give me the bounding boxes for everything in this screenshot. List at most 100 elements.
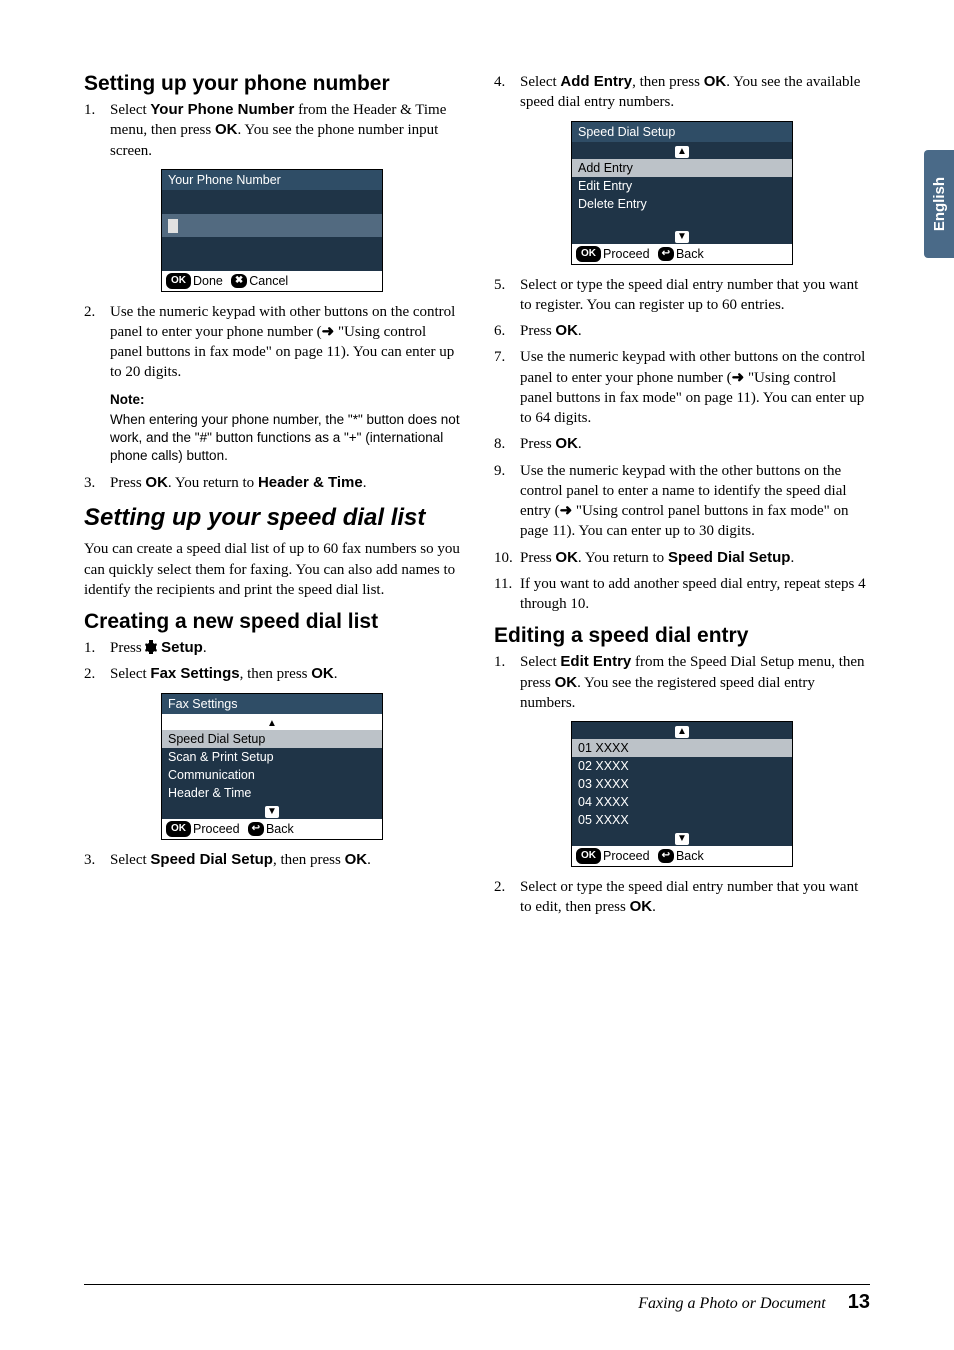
lcd-cursor bbox=[168, 219, 178, 233]
heading-phone: Setting up your phone number bbox=[84, 72, 460, 96]
lcd-menu-item: Header & Time bbox=[162, 784, 382, 802]
lcd-scroll-down: ▼ bbox=[162, 802, 382, 819]
status-back: Back bbox=[266, 822, 294, 836]
footer-page-number: 13 bbox=[848, 1291, 870, 1313]
language-tab: English bbox=[924, 150, 954, 258]
step-create-1: 1. Press Setup. bbox=[84, 638, 460, 658]
step-body: Select Add Entry, then press OK. You see… bbox=[520, 72, 870, 113]
step-number: 9. bbox=[494, 461, 520, 542]
back-icon: ↩ bbox=[248, 822, 264, 836]
lcd-entry-list: ▲ 01 XXXX 02 XXXX 03 XXXX 04 XXXX 05 XXX… bbox=[571, 721, 793, 867]
lcd-fax-settings: Fax Settings ▲ Speed Dial Setup Scan & P… bbox=[161, 693, 383, 840]
lcd-status-bar: OKProceed ↩Back bbox=[572, 244, 792, 264]
step-number: 2. bbox=[84, 302, 110, 383]
step-body: Select Your Phone Number from the Header… bbox=[110, 100, 460, 161]
heading-speed-dial: Setting up your speed dial list bbox=[84, 504, 460, 532]
speed-dial-intro: You can create a speed dial list of up t… bbox=[84, 539, 460, 600]
arrow-right-icon: ➜ bbox=[732, 369, 745, 386]
status-cancel: Cancel bbox=[249, 274, 288, 288]
lcd-list-item: 01 XXXX bbox=[572, 739, 792, 757]
step-body: Press OK. bbox=[520, 434, 870, 454]
step-number: 3. bbox=[84, 473, 110, 493]
step-number: 1. bbox=[84, 100, 110, 161]
lcd-list-item: 04 XXXX bbox=[572, 793, 792, 811]
step-number: 11. bbox=[494, 574, 520, 615]
step-create-3: 3. Select Speed Dial Setup, then press O… bbox=[84, 850, 460, 870]
step-body: Press OK. bbox=[520, 321, 870, 341]
status-proceed: Proceed bbox=[603, 849, 650, 863]
back-icon: ↩ bbox=[658, 849, 674, 863]
lcd-speed-dial-setup: Speed Dial Setup ▲ Add Entry Edit Entry … bbox=[571, 121, 793, 265]
step-number: 4. bbox=[494, 72, 520, 113]
step-phone-1: 1. Select Your Phone Number from the Hea… bbox=[84, 100, 460, 161]
lcd-menu-item: Add Entry bbox=[572, 159, 792, 177]
step-phone-3: 3. Press OK. You return to Header & Time… bbox=[84, 473, 460, 493]
lcd-title: Speed Dial Setup bbox=[572, 122, 792, 142]
step-create-9: 9. Use the numeric keypad with the other… bbox=[494, 461, 870, 542]
lcd-title: Your Phone Number bbox=[162, 170, 382, 190]
step-number: 5. bbox=[494, 275, 520, 316]
step-edit-1: 1. Select Edit Entry from the Speed Dial… bbox=[494, 652, 870, 713]
status-back: Back bbox=[676, 849, 704, 863]
step-body: Press OK. You return to Speed Dial Setup… bbox=[520, 548, 870, 568]
page: Setting up your phone number 1. Select Y… bbox=[0, 0, 954, 984]
ok-icon: OK bbox=[166, 821, 191, 837]
step-number: 1. bbox=[84, 638, 110, 658]
lcd-your-phone-number: Your Phone Number OKDone ✖Cancel bbox=[161, 169, 383, 292]
left-column: Setting up your phone number 1. Select Y… bbox=[84, 72, 460, 924]
step-body: Use the numeric keypad with other button… bbox=[110, 302, 460, 383]
note-body: When entering your phone number, the "*"… bbox=[110, 411, 460, 466]
step-number: 3. bbox=[84, 850, 110, 870]
lcd-menu-item: Scan & Print Setup bbox=[162, 748, 382, 766]
status-proceed: Proceed bbox=[193, 822, 240, 836]
step-number: 2. bbox=[494, 877, 520, 918]
step-create-7: 7. Use the numeric keypad with other but… bbox=[494, 347, 870, 428]
arrow-right-icon: ➜ bbox=[560, 502, 573, 519]
step-phone-2: 2. Use the numeric keypad with other but… bbox=[84, 302, 460, 383]
lcd-status-bar: OKProceed ↩Back bbox=[162, 819, 382, 839]
step-number: 8. bbox=[494, 434, 520, 454]
triangle-up-icon: ▲ bbox=[675, 726, 689, 738]
setup-icon bbox=[145, 640, 157, 654]
arrow-right-icon: ➜ bbox=[322, 323, 335, 340]
lcd-blank bbox=[162, 190, 382, 214]
right-column: 4. Select Add Entry, then press OK. You … bbox=[494, 72, 870, 924]
lcd-menu-item: Delete Entry bbox=[572, 195, 792, 213]
triangle-down-icon: ▼ bbox=[675, 833, 689, 845]
step-body: Select Speed Dial Setup, then press OK. bbox=[110, 850, 460, 870]
step-create-6: 6. Press OK. bbox=[494, 321, 870, 341]
lcd-scroll-up: ▲ bbox=[162, 714, 382, 730]
lcd-menu-item: Edit Entry bbox=[572, 177, 792, 195]
back-icon: ✖ bbox=[231, 274, 247, 288]
step-number: 7. bbox=[494, 347, 520, 428]
lcd-status-bar: OKDone ✖Cancel bbox=[162, 271, 382, 291]
step-body: Select Fax Settings, then press OK. bbox=[110, 664, 460, 684]
status-done: Done bbox=[193, 274, 223, 288]
step-body: Select or type the speed dial entry numb… bbox=[520, 275, 870, 316]
step-create-2: 2. Select Fax Settings, then press OK. bbox=[84, 664, 460, 684]
step-create-5: 5. Select or type the speed dial entry n… bbox=[494, 275, 870, 316]
step-body: Select Edit Entry from the Speed Dial Se… bbox=[520, 652, 870, 713]
ok-icon: OK bbox=[576, 246, 601, 262]
step-body: Use the numeric keypad with other button… bbox=[520, 347, 870, 428]
step-body: Press Setup. bbox=[110, 638, 460, 658]
step-create-8: 8. Press OK. bbox=[494, 434, 870, 454]
lcd-menu-item: Communication bbox=[162, 766, 382, 784]
step-body: If you want to add another speed dial en… bbox=[520, 574, 870, 615]
lcd-scroll-down: ▼ bbox=[572, 227, 792, 244]
step-number: 2. bbox=[84, 664, 110, 684]
step-number: 6. bbox=[494, 321, 520, 341]
ok-icon: OK bbox=[166, 273, 191, 289]
status-back: Back bbox=[676, 247, 704, 261]
step-body: Press OK. You return to Header & Time. bbox=[110, 473, 460, 493]
lcd-scroll-down: ▼ bbox=[572, 829, 792, 846]
step-create-11: 11. If you want to add another speed dia… bbox=[494, 574, 870, 615]
step-body: Select or type the speed dial entry numb… bbox=[520, 877, 870, 918]
ok-icon: OK bbox=[576, 848, 601, 864]
language-label: English bbox=[931, 177, 948, 231]
lcd-scroll-up: ▲ bbox=[572, 722, 792, 739]
step-number: 10. bbox=[494, 548, 520, 568]
lcd-list-item: 03 XXXX bbox=[572, 775, 792, 793]
footer-section: Faxing a Photo or Document bbox=[638, 1295, 826, 1312]
heading-edit: Editing a speed dial entry bbox=[494, 624, 870, 648]
